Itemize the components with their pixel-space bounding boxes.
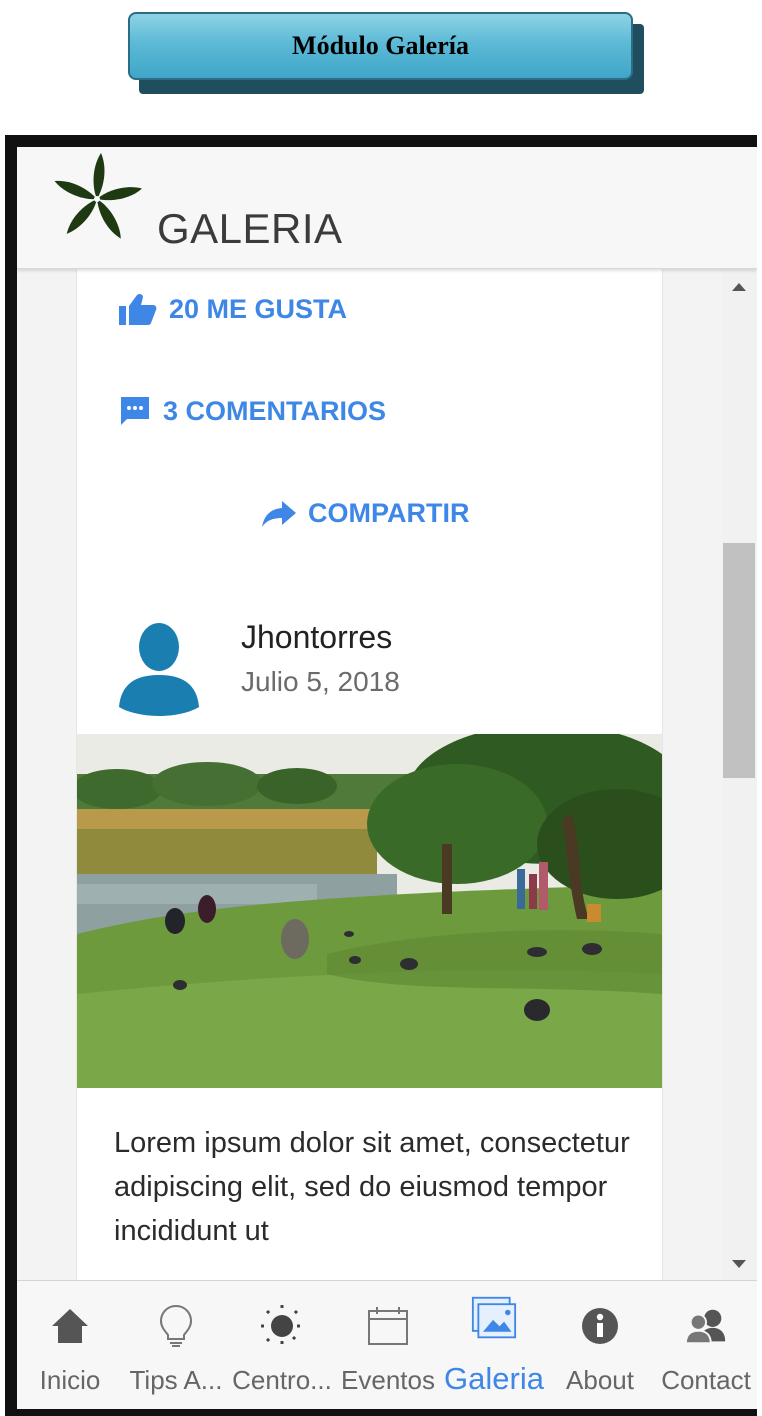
nav-label-contact: Contact bbox=[661, 1365, 751, 1395]
sun-icon bbox=[259, 1303, 305, 1349]
likes-label: 20 ME GUSTA bbox=[169, 293, 348, 324]
comment-icon bbox=[121, 397, 149, 425]
module-banner-title: Módulo Galería bbox=[292, 31, 469, 60]
nav-contact[interactable]: Contact bbox=[653, 1281, 757, 1409]
nav-inicio[interactable]: Inicio bbox=[17, 1281, 123, 1409]
post-author: Jhontorres bbox=[241, 619, 393, 655]
app-header: GALERIA bbox=[17, 147, 757, 269]
post-card: 20 ME GUSTA 3 COMENTARIOS COMPARTIR Jhon… bbox=[76, 269, 663, 1280]
comments-button[interactable]: 3 COMENTARIOS bbox=[119, 395, 386, 427]
scrollbar[interactable] bbox=[722, 269, 757, 1280]
share-arrow-icon bbox=[262, 500, 296, 527]
like-button[interactable]: 20 ME GUSTA bbox=[119, 293, 347, 325]
gallery-icon bbox=[471, 1295, 517, 1341]
share-button[interactable]: COMPARTIR bbox=[262, 498, 470, 529]
info-icon bbox=[577, 1303, 623, 1349]
lightbulb-icon bbox=[153, 1303, 199, 1349]
app-screen: GALERIA 20 ME GUSTA 3 COMENTARIOS COMPAR… bbox=[17, 147, 757, 1409]
module-banner: Módulo Galería bbox=[128, 12, 633, 80]
app-title: GALERIA bbox=[157, 205, 343, 252]
scroll-up-arrow-icon[interactable] bbox=[732, 283, 746, 291]
nav-galeria[interactable]: Galeria bbox=[441, 1281, 547, 1409]
post-caption: Lorem ipsum dolor sit amet, consectetur … bbox=[114, 1127, 630, 1247]
flower-logo-icon bbox=[54, 153, 142, 239]
avatar bbox=[119, 623, 199, 716]
scroll-down-arrow-icon[interactable] bbox=[732, 1260, 746, 1268]
nav-centro[interactable]: Centro... bbox=[229, 1281, 335, 1409]
comments-label: 3 COMENTARIOS bbox=[163, 395, 387, 426]
nav-eventos[interactable]: Eventos bbox=[335, 1281, 441, 1409]
park-photo[interactable] bbox=[77, 734, 662, 1088]
calendar-icon bbox=[365, 1303, 411, 1349]
device-frame: GALERIA 20 ME GUSTA 3 COMENTARIOS COMPAR… bbox=[5, 135, 757, 1416]
contacts-icon bbox=[683, 1303, 729, 1349]
bottom-navigation: Inicio Tips A... Centro... Eventos Galer… bbox=[17, 1280, 757, 1409]
content-area: 20 ME GUSTA 3 COMENTARIOS COMPARTIR Jhon… bbox=[17, 269, 722, 1280]
share-label: COMPARTIR bbox=[308, 498, 470, 528]
scrollbar-thumb[interactable] bbox=[723, 543, 755, 778]
nav-about[interactable]: About bbox=[547, 1281, 653, 1409]
nav-tips[interactable]: Tips A... bbox=[123, 1281, 229, 1409]
home-icon bbox=[47, 1303, 93, 1349]
thumbs-up-icon bbox=[119, 293, 157, 325]
post-date: Julio 5, 2018 bbox=[241, 666, 400, 697]
